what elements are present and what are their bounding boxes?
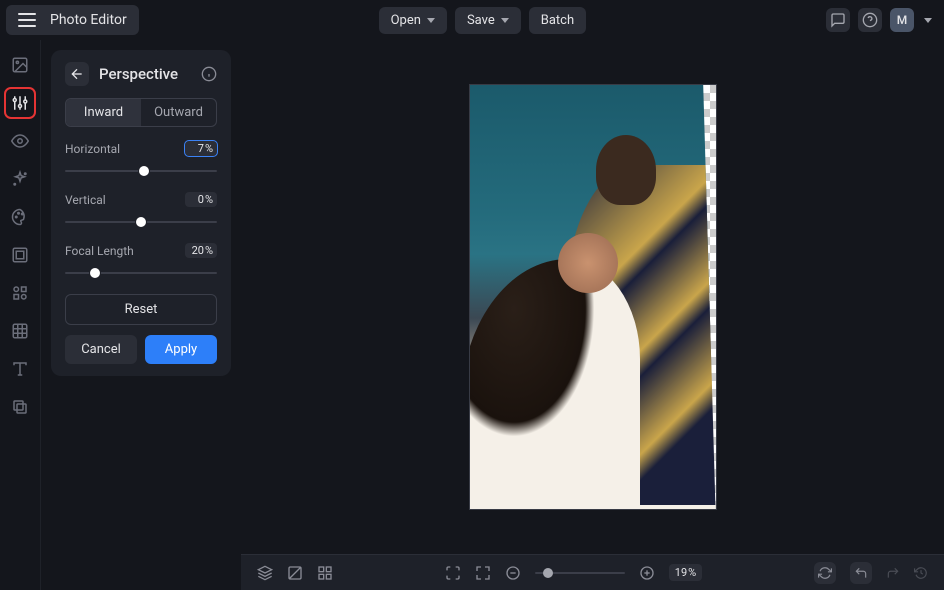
focal-label: Focal Length [65, 244, 134, 258]
save-label: Save [467, 13, 495, 28]
zoom-out-icon[interactable] [505, 565, 521, 581]
bottom-toolbar: 19% [241, 554, 944, 590]
texture-tool-icon[interactable] [7, 318, 33, 344]
app-title: Photo Editor [50, 12, 127, 28]
zoom-in-icon[interactable] [639, 565, 655, 581]
canvas-area: 19% [241, 40, 944, 590]
focal-slider[interactable] [65, 264, 217, 282]
avatar-initial: M [897, 13, 908, 27]
panel-title: Perspective [99, 65, 191, 83]
zoom-slider[interactable] [535, 572, 625, 574]
sparkle-tool-icon[interactable] [7, 166, 33, 192]
open-label: Open [391, 13, 421, 28]
layers-tool-icon[interactable] [7, 394, 33, 420]
image-frame [469, 84, 717, 510]
undo-icon[interactable] [850, 562, 872, 584]
comment-icon[interactable] [826, 8, 850, 32]
redo-icon[interactable] [886, 566, 900, 580]
zoom-value[interactable]: 19% [669, 564, 702, 581]
image-tool-icon[interactable] [7, 52, 33, 78]
history-icon[interactable] [914, 566, 928, 580]
text-tool-icon[interactable] [7, 356, 33, 382]
horizontal-value[interactable]: 7% [185, 141, 217, 156]
back-button[interactable] [65, 62, 89, 86]
canvas-viewport[interactable] [241, 40, 944, 554]
tab-inward[interactable]: Inward [66, 99, 141, 126]
stack-icon[interactable] [257, 565, 273, 581]
photo-content [470, 85, 716, 509]
vertical-value[interactable]: 0% [185, 192, 217, 207]
tab-outward[interactable]: Outward [141, 99, 216, 126]
vertical-slider[interactable] [65, 213, 217, 231]
eye-tool-icon[interactable] [7, 128, 33, 154]
help-icon[interactable] [858, 8, 882, 32]
batch-button[interactable]: Batch [529, 7, 586, 34]
save-button[interactable]: Save [455, 7, 521, 34]
apply-button[interactable]: Apply [145, 335, 217, 364]
direction-tabs: Inward Outward [65, 98, 217, 127]
chevron-down-icon [501, 18, 509, 23]
horizontal-label: Horizontal [65, 142, 120, 156]
adjustments-tool-icon[interactable] [7, 90, 33, 116]
frame-tool-icon[interactable] [7, 242, 33, 268]
horizontal-slider[interactable] [65, 162, 217, 180]
avatar[interactable]: M [890, 8, 914, 32]
tool-rail [0, 40, 41, 590]
open-button[interactable]: Open [379, 7, 447, 34]
cancel-button[interactable]: Cancel [65, 335, 137, 364]
side-panel: Perspective Inward Outward Horizontal 7% [41, 40, 241, 590]
reset-button[interactable]: Reset [65, 294, 217, 325]
vertical-label: Vertical [65, 193, 106, 207]
compare-icon[interactable] [287, 565, 303, 581]
palette-tool-icon[interactable] [7, 204, 33, 230]
grid-icon[interactable] [317, 565, 333, 581]
focal-value[interactable]: 20% [185, 243, 217, 258]
refresh-icon[interactable] [814, 562, 836, 584]
chevron-down-icon [427, 18, 435, 23]
fullscreen-icon[interactable] [445, 565, 461, 581]
hamburger-icon[interactable] [18, 11, 36, 29]
batch-label: Batch [541, 13, 574, 28]
app-title-chip: Photo Editor [6, 5, 139, 35]
info-icon[interactable] [201, 66, 217, 82]
topbar: Photo Editor Open Save Batch M [0, 0, 944, 40]
fit-icon[interactable] [475, 565, 491, 581]
account-chevron-icon[interactable] [924, 18, 932, 23]
elements-tool-icon[interactable] [7, 280, 33, 306]
